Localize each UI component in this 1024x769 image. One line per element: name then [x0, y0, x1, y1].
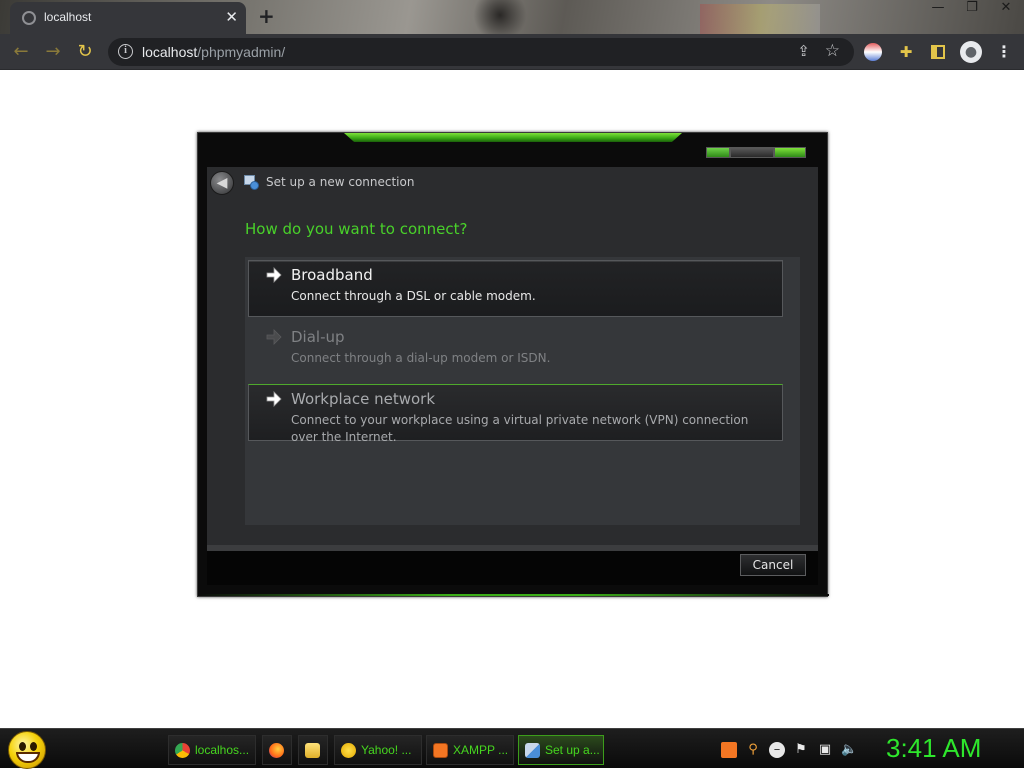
start-button[interactable] — [8, 731, 46, 769]
option-workplace-network[interactable]: Workplace network Connect to your workpl… — [248, 384, 783, 444]
xampp-icon — [433, 743, 448, 758]
side-panel-icon[interactable] — [928, 42, 948, 62]
action-center-flag-icon[interactable]: ⚑ — [793, 742, 809, 758]
task-label: localhos... — [195, 743, 250, 757]
network-setup-icon — [243, 174, 259, 190]
dialog-maximize-button[interactable] — [730, 147, 774, 158]
volume-icon[interactable]: 🔈 — [841, 742, 857, 758]
wallpaper-paint — [700, 4, 820, 34]
browser-toolbar: ← → ↻ i localhost/phpmyadmin/ ⇪ ☆ ✚ ● ⋮ — [0, 34, 1024, 70]
browser-tab[interactable]: localhost ✕ — [10, 2, 246, 34]
task-chrome[interactable]: localhos... — [168, 735, 256, 765]
back-arrow-button[interactable]: ◀ — [210, 171, 234, 195]
account-icon[interactable]: ● — [960, 41, 982, 63]
option-title: Workplace network — [291, 390, 436, 408]
task-label: Yahoo! ... — [361, 743, 412, 757]
back-icon[interactable]: ← — [10, 41, 32, 63]
window-controls: — ❐ ✕ — [928, 0, 1016, 15]
option-description: Connect through a dial-up modem or ISDN. — [291, 351, 551, 365]
taskbar: localhos... Yahoo! ... XAMPP ... Set up … — [0, 728, 1024, 769]
info-icon[interactable]: i — [118, 44, 133, 59]
star-icon[interactable]: ☆ — [825, 41, 840, 61]
title-glow — [344, 133, 682, 142]
messenger-tray-icon[interactable]: – — [769, 742, 785, 758]
tab-close-icon[interactable]: ✕ — [225, 8, 238, 26]
chrome-icon — [175, 743, 190, 758]
option-description: Connect through a DSL or cable modem. — [291, 289, 536, 303]
task-xampp[interactable]: XAMPP ... — [426, 735, 514, 765]
dialog-close-button[interactable] — [774, 147, 806, 158]
connection-options-list: Broadband Connect through a DSL or cable… — [245, 257, 800, 525]
network-icon[interactable]: ▣ — [817, 742, 833, 758]
reload-icon[interactable]: ↻ — [74, 41, 96, 63]
xampp-tray-icon[interactable] — [721, 742, 737, 758]
loading-favicon-icon — [22, 11, 36, 25]
address-bar[interactable]: i localhost/phpmyadmin/ ⇪ ☆ — [108, 38, 854, 66]
search-tray-icon[interactable]: ⚲ — [745, 742, 761, 758]
menu-icon[interactable]: ⋮ — [994, 42, 1014, 62]
task-label: XAMPP ... — [453, 743, 509, 757]
tab-strip: localhost ✕ + — ❐ ✕ — [0, 0, 1024, 34]
forward-icon[interactable]: → — [42, 41, 64, 63]
minimize-button[interactable]: — — [928, 0, 948, 15]
arrow-right-icon — [265, 328, 283, 346]
close-window-button[interactable]: ✕ — [996, 0, 1016, 15]
option-broadband[interactable]: Broadband Connect through a DSL or cable… — [248, 260, 783, 317]
profile-ball-icon[interactable] — [864, 43, 882, 61]
wizard-content: ◀ Set up a new connection How do you wan… — [207, 167, 818, 545]
bottom-glow — [198, 594, 829, 596]
restore-button[interactable]: ❐ — [962, 0, 982, 15]
task-setup-connection[interactable]: Set up a... — [518, 735, 604, 765]
wallpaper-splash — [470, 0, 530, 34]
task-label: Set up a... — [545, 743, 600, 757]
folder-icon — [305, 743, 320, 758]
connection-wizard-window: ◀ Set up a new connection How do you wan… — [197, 132, 829, 597]
cancel-button[interactable]: Cancel — [740, 554, 806, 576]
dialog-title: Set up a new connection — [266, 175, 415, 189]
task-explorer[interactable] — [298, 735, 328, 765]
wizard-question: How do you want to connect? — [245, 220, 468, 238]
task-yahoo[interactable]: Yahoo! ... — [334, 735, 422, 765]
option-dial-up: Dial-up Connect through a dial-up modem … — [248, 322, 783, 379]
arrow-right-icon — [265, 390, 283, 408]
arrow-right-icon — [265, 266, 283, 284]
yahoo-messenger-icon — [341, 743, 356, 758]
network-setup-icon — [525, 743, 540, 758]
dialog-minimize-button[interactable] — [706, 147, 730, 158]
new-tab-button[interactable]: + — [258, 4, 275, 28]
option-title: Broadband — [291, 266, 373, 284]
option-title: Dial-up — [291, 328, 345, 346]
url-text[interactable]: localhost/phpmyadmin/ — [142, 44, 285, 60]
tab-title: localhost — [44, 10, 92, 24]
puzzle-icon[interactable]: ✚ — [896, 42, 916, 62]
share-icon[interactable]: ⇪ — [797, 42, 810, 60]
firefox-icon — [269, 743, 284, 758]
dialog-footer: Cancel — [207, 545, 818, 585]
clock[interactable]: 3:41 AM — [886, 733, 981, 764]
task-firefox[interactable] — [262, 735, 292, 765]
option-description: Connect to your workplace using a virtua… — [291, 413, 749, 444]
